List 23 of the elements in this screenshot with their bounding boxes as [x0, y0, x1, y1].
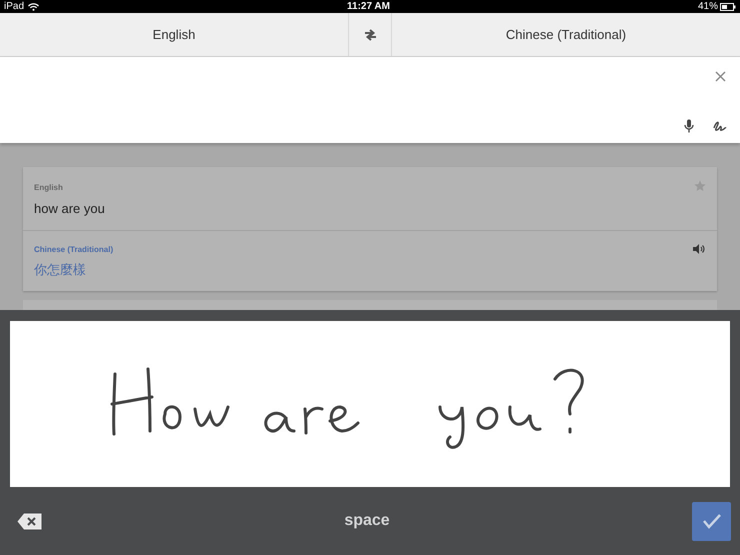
text-input-area[interactable]	[0, 57, 740, 143]
battery-percent: 41%	[698, 0, 718, 13]
battery-icon	[720, 2, 736, 10]
microphone-icon[interactable]	[684, 119, 694, 133]
device-name: iPad	[4, 0, 24, 13]
checkmark-icon	[702, 513, 722, 529]
wifi-icon	[28, 2, 40, 10]
translated-text: 你怎麼樣	[34, 260, 86, 278]
source-text: how are you	[34, 200, 105, 218]
star-icon[interactable]	[694, 180, 706, 192]
handwriting-icon[interactable]	[713, 120, 727, 133]
target-language-label: Chinese (Traditional)	[34, 244, 114, 256]
swap-languages-button[interactable]	[348, 13, 392, 56]
backspace-icon[interactable]	[17, 512, 42, 530]
clock-time: 11:27 AM	[347, 0, 390, 13]
speaker-icon[interactable]	[693, 244, 705, 254]
source-language-tab[interactable]: English	[0, 13, 348, 56]
done-button[interactable]	[692, 502, 731, 540]
close-icon[interactable]	[715, 71, 726, 82]
space-key[interactable]: space	[328, 505, 406, 537]
swap-arrows-icon	[362, 28, 378, 40]
source-language-label: English	[34, 182, 63, 194]
target-language-tab[interactable]: Chinese (Traditional)	[392, 13, 740, 56]
